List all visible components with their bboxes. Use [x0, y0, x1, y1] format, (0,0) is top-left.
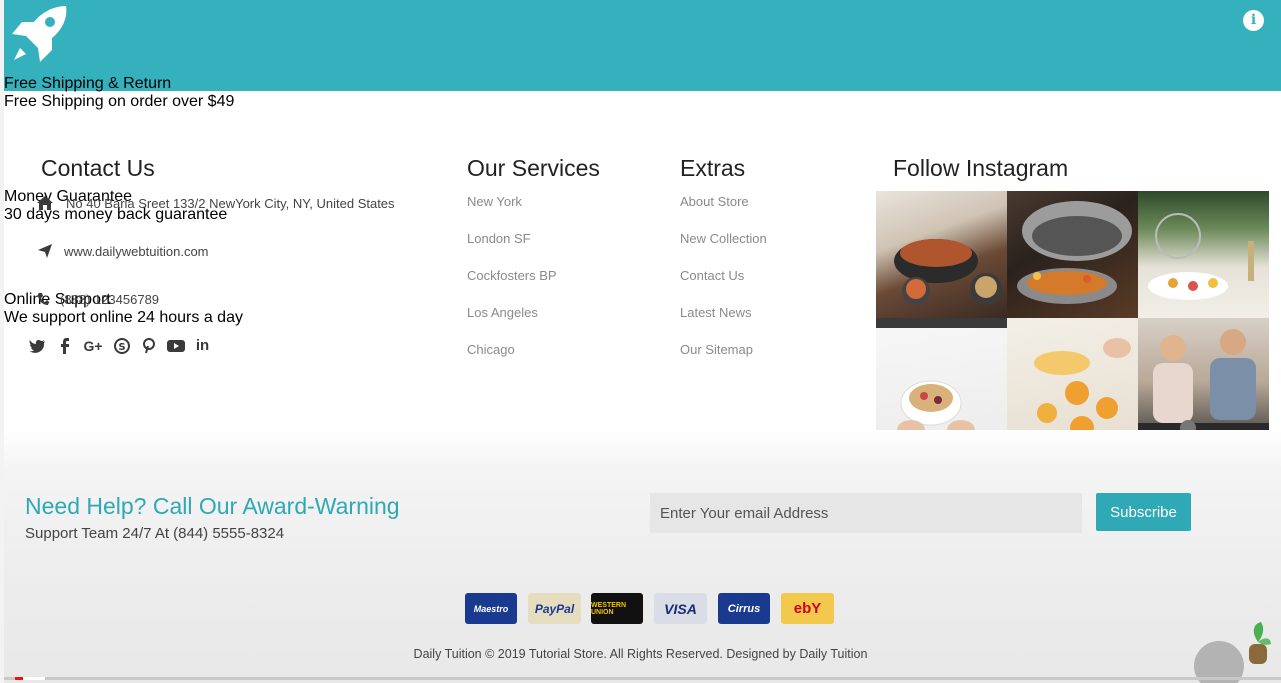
extras-link[interactable]: About Store	[680, 194, 767, 231]
ebay-logo: ebY	[781, 593, 834, 624]
services-link[interactable]: London SF	[467, 231, 557, 268]
video-progress-bar[interactable]	[4, 677, 1281, 680]
services-link[interactable]: New York	[467, 194, 557, 231]
plant-icon	[1249, 622, 1271, 664]
services-link[interactable]: Chicago	[467, 342, 557, 379]
extras-link[interactable]: Our Sitemap	[680, 342, 767, 379]
website-link[interactable]: www.dailywebtuition.com	[64, 244, 209, 259]
home-icon	[36, 195, 54, 211]
services-link[interactable]: Los Angeles	[467, 305, 557, 342]
video-progress-played	[15, 677, 23, 680]
feature-bar: Free Shipping & Return Free Shipping on …	[4, 0, 1281, 326]
linkedin-icon[interactable]: in	[193, 336, 212, 355]
contact-title: Contact Us	[41, 155, 155, 181]
contact-website: www.dailywebtuition.com	[36, 243, 209, 259]
contact-address: No 40 Baria Sreet 133/2 NewYork City, NY…	[36, 195, 395, 211]
instagram-title: Follow Instagram	[893, 155, 1069, 181]
send-icon	[36, 243, 54, 259]
instagram-photo[interactable]	[1007, 318, 1138, 446]
copyright: Daily Tuition © 2019 Tutorial Store. All…	[413, 647, 868, 661]
facebook-icon[interactable]	[55, 336, 74, 355]
pinterest-icon[interactable]	[139, 336, 158, 355]
services-list: New York London SF Cockfosters BP Los An…	[467, 194, 557, 379]
page: Free Shipping & Return Free Shipping on …	[0, 0, 1281, 683]
skype-icon[interactable]: S	[112, 336, 131, 355]
cirrus-logo: Cirrus	[718, 593, 770, 624]
info-icon[interactable]: i	[1243, 10, 1264, 31]
maestro-logo: Maestro	[465, 593, 517, 624]
instagram-photo[interactable]	[876, 191, 1007, 318]
twitter-icon[interactable]	[28, 336, 47, 355]
footer-band	[4, 430, 1281, 683]
paypal-logo: PayPal	[528, 593, 581, 624]
rocket-icon	[12, 6, 67, 62]
extras-link[interactable]: New Collection	[680, 231, 767, 268]
instagram-photo[interactable]	[1138, 318, 1269, 446]
svg-text:S: S	[118, 342, 125, 353]
subscribe-button[interactable]: Subscribe	[1096, 493, 1191, 531]
visa-logo: VISA	[654, 593, 707, 624]
services-title: Our Services	[467, 155, 600, 181]
help-subtitle: Support Team 24/7 At (844) 5555-8324	[25, 525, 285, 542]
instagram-grid	[876, 191, 1269, 446]
extras-link[interactable]: Contact Us	[680, 268, 767, 305]
instagram-photo[interactable]	[876, 318, 1007, 446]
extras-title: Extras	[680, 155, 746, 181]
email-input[interactable]	[650, 493, 1082, 533]
youtube-icon[interactable]	[166, 336, 185, 355]
feature-title: Free Shipping & Return	[4, 75, 172, 92]
video-progress-buffer	[23, 677, 45, 680]
services-link[interactable]: Cockfosters BP	[467, 268, 557, 305]
phone-text: (888) 123456789	[60, 291, 160, 307]
extras-list: About Store New Collection Contact Us La…	[680, 194, 767, 379]
help-title: Need Help? Call Our Award-Warning	[25, 493, 400, 519]
social-icons: G+ S in	[28, 336, 212, 355]
contact-phone: (888) 123456789	[36, 291, 159, 307]
svg-text:$: $	[34, 114, 55, 149]
feature-subtitle: Free Shipping on order over $49	[4, 93, 235, 110]
feature-shipping: Free Shipping & Return Free Shipping on …	[4, 0, 1281, 111]
google-plus-icon[interactable]: G+	[82, 336, 104, 355]
western-union-logo: WESTERN UNION	[591, 593, 643, 624]
instagram-photo[interactable]	[1138, 191, 1269, 318]
address-text: No 40 Baria Sreet 133/2 NewYork City, NY…	[66, 195, 395, 211]
extras-link[interactable]: Latest News	[680, 305, 767, 342]
instagram-photo[interactable]	[1007, 191, 1138, 318]
phone-icon	[36, 291, 50, 307]
